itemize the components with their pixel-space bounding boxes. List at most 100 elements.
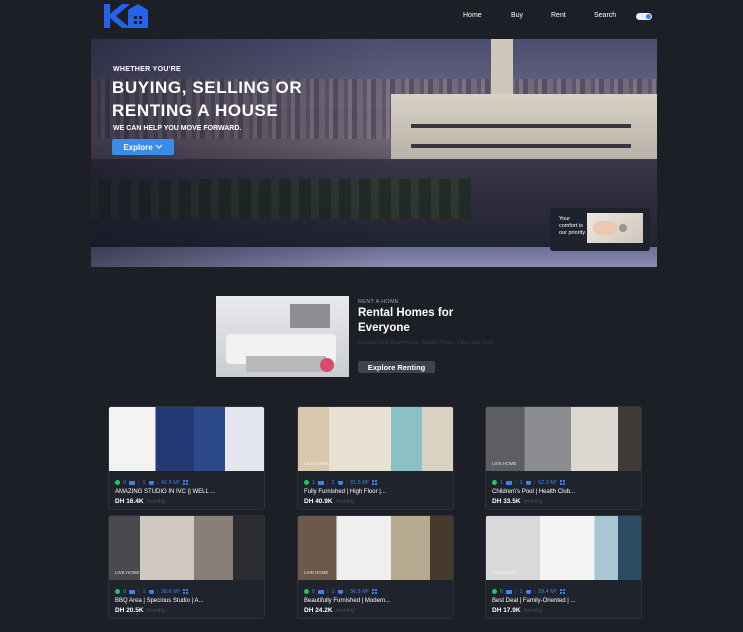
explore-button[interactable]: Explore (112, 139, 174, 155)
listing-area: 42.5 M² (161, 479, 180, 486)
nav-home[interactable]: Home (463, 12, 482, 19)
hero-headline: BUYING, SELLING OR RENTING A HOUSE (112, 76, 372, 122)
listing-price-row: DH 20.5K/monthly (115, 607, 165, 614)
listing-price: DH 24.2K (304, 607, 333, 614)
rent-title: Rental Homes for Everyone (358, 307, 454, 334)
listing-area: 62.3 M² (538, 479, 557, 486)
bed-icon (506, 589, 513, 594)
theme-toggle[interactable] (636, 13, 652, 20)
hero-headline-line2: RENTING A HOUSE (112, 101, 279, 120)
listing-price: DH 33.5K (492, 498, 521, 505)
listing-price-row: DH 17.9K/monthly (492, 607, 542, 614)
bed-icon (129, 480, 136, 485)
explore-renting-button[interactable]: Explore Renting (358, 361, 435, 373)
comfort-card: Your comfort is our priority. (550, 208, 650, 251)
listing-area: 81.5 M² (350, 479, 369, 486)
listing-card[interactable]: LIVE HOME 0 | 1 | 36.5 M² Beautifully Fu… (297, 515, 454, 619)
listing-price: DH 16.4K (115, 498, 144, 505)
rent-description: Explore from Apartments, Builder floors,… (358, 340, 494, 346)
listing-price-row: DH 40.9K/monthly (304, 498, 354, 505)
listing-available: 1 (312, 479, 316, 486)
listing-features: 0 | 1 | 36.5 M² (304, 588, 377, 595)
listing-title[interactable]: Fully Furnished | High Floor |... (304, 489, 386, 495)
area-grid-icon (182, 589, 188, 594)
listing-card[interactable]: LIVE HOME 0 | 1 | 29.4 M² Best Deal | Fa… (485, 515, 642, 619)
listing-area: 36.5 M² (350, 588, 369, 595)
listing-available: 0 (312, 588, 316, 595)
check-circle-icon (304, 589, 309, 594)
listing-title[interactable]: Beautifully Furnished | Modern... (304, 598, 390, 604)
listing-features: 1 | 2 | 81.5 M² (304, 479, 377, 486)
listing-title[interactable]: AMAZING STUDIO IN IVC || WELL ... (115, 489, 215, 495)
check-circle-icon (115, 480, 120, 485)
bed-icon (318, 480, 325, 485)
listing-brand: LIVE HOME (492, 461, 517, 466)
listing-features: 0 | 1 | 38.6 M² (115, 588, 188, 595)
bath-icon (525, 589, 531, 594)
listing-card[interactable]: LIVE HOME 1 | 1 | 62.3 M² Children\'s Po… (485, 406, 642, 510)
listing-available: 1 (500, 479, 504, 486)
listing-beds: 1 (331, 588, 335, 595)
listing-price: DH 17.9K (492, 607, 521, 614)
chevron-down-icon (155, 144, 163, 149)
listing-title[interactable]: BBQ Area | Specious Studio | A... (115, 598, 204, 604)
area-grid-icon (559, 589, 565, 594)
bed-icon (506, 480, 513, 485)
listing-features: 0 | 1 | 29.4 M² (492, 588, 565, 595)
listing-brand: LIVE HOME (492, 570, 517, 575)
comfort-text: Your comfort is our priority. (559, 216, 587, 236)
listing-area: 38.6 M² (161, 588, 180, 595)
listing-beds: 1 (142, 588, 146, 595)
listing-brand: LIVE HOME (304, 461, 329, 466)
nav-rent[interactable]: Rent (551, 12, 566, 19)
listing-available: 0 (500, 588, 504, 595)
listing-period: /monthly (523, 608, 543, 614)
check-circle-icon (492, 589, 497, 594)
bath-icon (148, 480, 154, 485)
bath-icon (337, 480, 343, 485)
listing-price-row: DH 16.4K/monthly (115, 498, 165, 505)
check-circle-icon (492, 480, 497, 485)
hero-headline-line1: BUYING, SELLING OR (112, 78, 303, 97)
explore-label: Explore (123, 142, 153, 152)
listing-period: /monthly (523, 499, 543, 505)
hero-kicker: WHETHER YOU'RE (113, 66, 181, 73)
listing-available: 0 (123, 479, 127, 486)
listing-card[interactable]: LIVE HOME 0 | 1 | 38.6 M² BBQ Area | Spe… (108, 515, 265, 619)
listing-card[interactable]: 0 | 1 | 42.5 M² AMAZING STUDIO IN IVC ||… (108, 406, 265, 510)
bath-icon (525, 480, 531, 485)
listing-features: 1 | 1 | 62.3 M² (492, 479, 565, 486)
listing-available: 0 (123, 588, 127, 595)
nav-search[interactable]: Search (594, 12, 616, 19)
listing-brand: LIVE HOME (115, 570, 140, 575)
area-grid-icon (182, 480, 188, 485)
rent-image (216, 296, 349, 377)
nav-buy[interactable]: Buy (511, 12, 523, 19)
area-grid-icon (559, 480, 565, 485)
listing-photo[interactable] (109, 407, 264, 471)
listing-title[interactable]: Children\'s Pool | Health Club... (492, 489, 575, 495)
toggle-knob (646, 14, 651, 19)
rent-label: RENT A HOME (358, 299, 399, 305)
listing-area: 29.4 M² (538, 588, 557, 595)
listing-beds: 1 (519, 588, 523, 595)
home-logo-icon[interactable] (102, 2, 148, 30)
area-grid-icon (371, 589, 377, 594)
check-circle-icon (304, 480, 309, 485)
listing-period: /monthly (146, 499, 166, 505)
listing-title[interactable]: Best Deal | Family-Oriented | ... (492, 598, 575, 604)
listing-price: DH 20.5K (115, 607, 144, 614)
top-navbar: Home Buy Rent Search (0, 0, 743, 34)
area-grid-icon (371, 480, 377, 485)
listing-beds: 1 (519, 479, 523, 486)
listing-price: DH 40.9K (304, 498, 333, 505)
listing-card[interactable]: LIVE HOME 1 | 2 | 81.5 M² Fully Furnishe… (297, 406, 454, 510)
listing-beds: 1 (142, 479, 146, 486)
comfort-image (587, 213, 643, 243)
listing-beds: 2 (331, 479, 335, 486)
listing-price-row: DH 33.5K/monthly (492, 498, 542, 505)
listing-features: 0 | 1 | 42.5 M² (115, 479, 188, 486)
bath-icon (148, 589, 154, 594)
listing-price-row: DH 24.2K/monthly (304, 607, 354, 614)
hero-tower (491, 39, 513, 99)
